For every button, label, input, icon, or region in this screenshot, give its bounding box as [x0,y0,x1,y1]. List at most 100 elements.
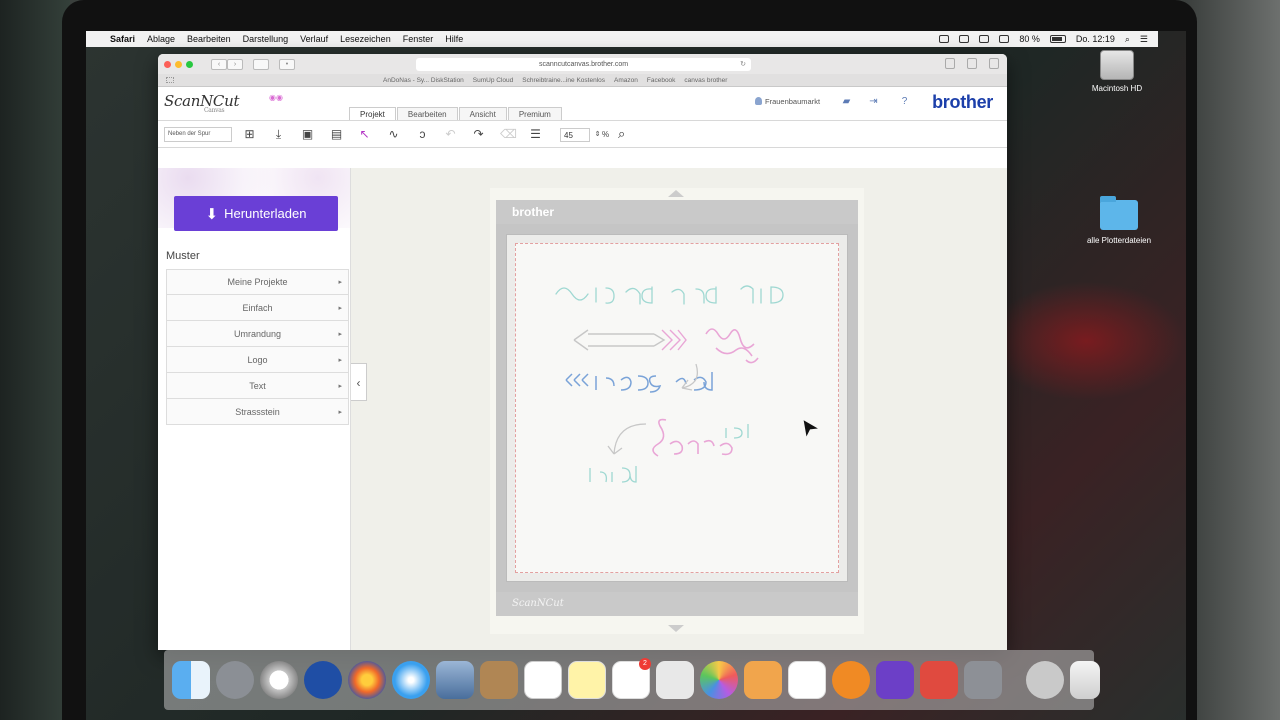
dropbox-icon[interactable] [939,35,950,43]
hd-label: Macintosh HD [1091,84,1143,93]
node-tool-icon[interactable]: ∿ [386,127,401,142]
ibooks-icon[interactable] [832,661,870,699]
clock[interactable]: Do. 12:19 [1076,34,1115,44]
desktop-folder[interactable]: alle Plotterdateien [1074,196,1164,245]
design-artwork[interactable] [516,244,840,574]
time-machine-icon[interactable] [959,35,970,43]
new-project-icon[interactable]: ⊞ [242,127,257,142]
delete-icon[interactable]: ⌫ [500,127,517,142]
menu-app[interactable]: Safari [110,34,135,44]
scroll-up-icon[interactable] [668,190,684,197]
fav-sumup[interactable]: SumUp Cloud [473,77,513,84]
safari-icon[interactable] [392,661,430,699]
download-icon[interactable] [945,58,955,69]
dashboard-icon[interactable] [260,661,298,699]
sidebar-item-einfach[interactable]: Einfach ▸ [166,295,349,321]
pattern-list: Meine Projekte ▸ Einfach ▸ Umrandung ▸ Logo… [166,269,349,425]
notes-icon[interactable] [568,661,606,699]
tab-premium[interactable]: Premium [507,107,562,121]
desktop-hd[interactable]: Macintosh HD [1072,50,1162,93]
notification-icon[interactable]: ☰ [1140,34,1148,45]
reader-icon[interactable]: • [279,58,295,70]
menu-bearbeiten[interactable]: Bearbeiten [187,34,231,44]
pages-icon[interactable] [744,661,782,699]
reload-icon[interactable]: ↻ [740,58,746,71]
menu-darstellung[interactable]: Darstellung [243,34,289,44]
finder-icon[interactable] [172,661,210,699]
save-icon[interactable]: ⤓ [271,127,286,142]
scroll-down-icon[interactable] [668,625,684,632]
reminders-icon[interactable]: 2 [612,658,651,699]
sidebar-item-logo[interactable]: Logo ▸ [166,347,349,373]
downloads-stack-icon[interactable] [1026,661,1064,699]
image-import-icon[interactable]: ▣ [300,127,315,142]
system-preferences-icon[interactable] [964,661,1002,699]
project-select[interactable]: Neben der Spur [164,127,232,142]
sidebar-item-umrandung[interactable]: Umrandung ▸ [166,321,349,347]
draw-tool-icon[interactable]: ↄ [415,127,430,142]
app-store-icon[interactable] [304,661,342,699]
forward-icon[interactable]: › [227,58,243,70]
dock: 2 [164,650,1100,710]
cutting-area[interactable] [515,243,839,573]
close-window-icon[interactable] [164,60,171,68]
sidebar-item-text[interactable]: Text ▸ [166,373,349,399]
sidebar-item-strassstein[interactable]: Strassstein ▸ [166,399,349,425]
zoom-input[interactable]: 45 [560,128,590,142]
chevron-right-icon: ▸ [338,356,342,364]
logout-icon[interactable]: ⇥ [868,97,879,107]
launchpad-icon[interactable] [216,661,254,699]
folder-label: alle Plotterdateien [1086,236,1152,245]
photo-booth-icon[interactable] [656,661,694,699]
photos-icon[interactable] [700,661,738,699]
fav-diskstation[interactable]: AnDoNas - Sy... DiskStation [383,77,464,84]
menu-hilfe[interactable]: Hilfe [445,34,463,44]
address-bar[interactable]: scanncutcanvas.brother.com ↻ [416,58,751,71]
menu-fenster[interactable]: Fenster [403,34,434,44]
trash-icon[interactable] [1070,661,1100,699]
user-account[interactable]: Frauenbaumarkt [755,97,820,106]
preview-icon[interactable] [436,661,474,699]
select-tool-icon[interactable]: ↖ [357,127,372,142]
sidebar-toggle-icon[interactable] [253,58,269,70]
sidebar-item-meine-projekte[interactable]: Meine Projekte ▸ [166,269,349,295]
svg-import-icon[interactable]: ▤ [329,127,344,142]
tab-projekt[interactable]: Projekt [349,107,396,121]
download-button[interactable]: ⬇ Herunterladen [174,196,338,231]
undo-icon[interactable]: ↶ [443,127,458,142]
chevron-right-icon: ▸ [338,279,342,286]
cutting-mat-view: brother ScanNCut [490,188,864,634]
fav-amazon[interactable]: Amazon [614,77,638,84]
properties-icon[interactable]: ☰ [528,127,543,142]
collapse-sidebar-button[interactable]: ‹ [351,363,367,401]
fav-schreibtrainer[interactable]: Schreibtraine...ine Kostenlos [522,77,605,84]
tabs-icon[interactable] [989,58,999,69]
wifi-icon[interactable] [999,35,1010,43]
remote-desktop-icon[interactable] [920,661,958,699]
menu-verlauf[interactable]: Verlauf [300,34,328,44]
scanncut-logo[interactable]: ScanNCut Canvas [164,92,239,114]
top-sites-icon[interactable] [166,77,174,83]
calendar-icon[interactable] [524,661,562,699]
tab-bearbeiten[interactable]: Bearbeiten [396,107,458,121]
fav-canvas[interactable]: canvas brother [684,77,727,84]
minimize-window-icon[interactable] [175,60,182,68]
fav-facebook[interactable]: Facebook [647,77,676,84]
numbers-icon[interactable] [788,661,826,699]
display-icon[interactable] [979,35,990,43]
firefox-icon[interactable] [348,661,386,699]
share-icon[interactable] [967,58,977,69]
battery-icon[interactable] [1049,35,1066,43]
spotlight-icon[interactable]: ⌕ [1125,34,1130,45]
folder-open-icon[interactable]: ▰ [841,97,852,107]
menu-lesezeichen[interactable]: Lesezeichen [340,34,391,44]
help-icon[interactable]: ? [899,97,910,107]
tab-ansicht[interactable]: Ansicht [458,107,507,121]
contacts-icon[interactable] [480,661,518,699]
redo-icon[interactable]: ↷ [471,127,486,142]
zoom-icon[interactable]: ⌕ [618,126,625,142]
back-icon[interactable]: ‹ [211,58,227,70]
zoom-window-icon[interactable] [186,60,193,68]
menu-ablage[interactable]: Ablage [147,34,175,44]
imovie-icon[interactable] [876,661,914,699]
